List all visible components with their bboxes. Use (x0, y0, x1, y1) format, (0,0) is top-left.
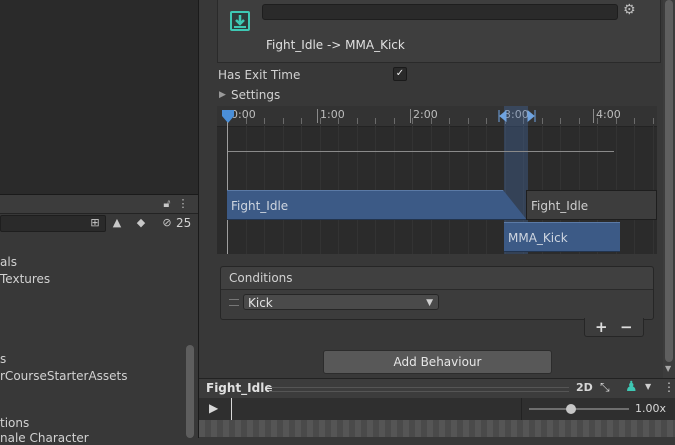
tick-label: 4:00 (596, 108, 621, 121)
playhead-line (227, 122, 228, 254)
minor-tick (652, 118, 654, 124)
minor-tick (597, 118, 598, 124)
scene-view[interactable] (0, 0, 199, 194)
transition-header: ⚙ Fight_Idle -> MMA_Kick (217, 0, 661, 63)
condition-parameter-dropdown[interactable]: Kick ▼ (243, 294, 439, 310)
minor-tick (467, 118, 469, 124)
minor-tick (449, 118, 450, 124)
mode-2d-toggle[interactable]: 2D (576, 381, 593, 394)
speed-slider-thumb[interactable] (566, 404, 576, 414)
avatar-icon[interactable]: ♟ (625, 379, 638, 395)
tick-label: 2:00 (413, 108, 438, 121)
tick-mark (410, 109, 411, 123)
minor-tick (615, 118, 617, 124)
add-condition-button[interactable]: + (595, 318, 608, 336)
project-panel: 🔓︎ ⋮ ⊞ ▲ ◆ ⊘ 25 als Textures s rCourseSt… (0, 194, 199, 445)
minor-tick (375, 118, 376, 124)
tick-mark (593, 109, 594, 123)
conditions-header-label: Conditions (229, 271, 293, 285)
search-by-type-icon[interactable]: ⊞ (88, 216, 102, 230)
minor-tick (338, 118, 339, 124)
chevron-down-icon: ▼ (426, 298, 433, 308)
transition-start-handle-icon[interactable] (497, 110, 507, 122)
add-behaviour-button[interactable]: Add Behaviour (323, 350, 552, 374)
tree-item[interactable]: tions (0, 416, 29, 430)
speed-slider[interactable] (529, 404, 629, 414)
preview-scrub-line[interactable] (231, 398, 232, 420)
inspector-scrollbar-thumb[interactable] (665, 0, 673, 362)
remove-condition-button[interactable]: − (620, 318, 633, 336)
hidden-count: 25 (176, 216, 192, 230)
timeline-ruler: 0:00 1:00 2:00 3:00 4:00 (217, 106, 657, 127)
inspector-panel: ⚙ Fight_Idle -> MMA_Kick Has Exit Time ✓… (199, 0, 675, 378)
minor-tick (412, 118, 413, 124)
preview-drag-bar[interactable] (269, 387, 569, 392)
minor-tick (486, 118, 487, 124)
drag-handle-icon[interactable] (229, 299, 239, 306)
speed-value: 1.00x (635, 402, 667, 415)
tree-item[interactable]: nale Character (0, 431, 89, 445)
settings-foldout-arrow-icon[interactable]: ▶ (219, 90, 226, 100)
minor-tick (634, 118, 635, 124)
tree-item[interactable]: rCourseStarterAssets (0, 369, 128, 383)
divider (521, 398, 522, 420)
play-icon[interactable]: ▶ (209, 401, 218, 415)
transition-end-handle-icon[interactable] (527, 110, 537, 122)
minor-tick (560, 118, 561, 124)
kebab-menu-icon[interactable]: ⋮ (176, 197, 190, 211)
conditions-footer: + − (584, 318, 644, 337)
scroll-down-icon[interactable]: ▼ (665, 364, 671, 373)
minor-tick (541, 118, 543, 124)
playhead-marker-icon[interactable] (222, 110, 234, 124)
transition-name-field[interactable] (262, 4, 618, 20)
tick-label: 1:00 (320, 108, 345, 121)
minor-tick (430, 118, 432, 124)
tree-item[interactable]: s (0, 352, 6, 366)
minor-tick (282, 118, 284, 124)
preview-title: Fight_Idle (206, 381, 273, 395)
preview-header: Fight_Idle 2D ⤡ ♟ ▼ ⋮ (199, 378, 675, 400)
inspector-scrollbar[interactable]: ▼ (663, 0, 675, 378)
project-scrollbar[interactable] (186, 345, 194, 438)
transition-icon (230, 11, 250, 31)
minor-tick (356, 118, 358, 124)
settings-gear-icon[interactable]: ⚙ (623, 2, 636, 18)
has-exit-time-checkbox[interactable]: ✓ (393, 67, 407, 81)
settings-foldout-label[interactable]: Settings (231, 88, 280, 102)
preview-controls: ▶ 1.00x (199, 398, 675, 420)
tree-item[interactable]: Textures (0, 272, 50, 286)
destination-clip[interactable]: MMA_Kick (504, 222, 620, 252)
minor-tick (578, 118, 580, 124)
kebab-menu-icon[interactable]: ⋮ (663, 380, 675, 394)
transition-timeline[interactable]: 0:00 1:00 2:00 3:00 4:00 Fight_Idle Figh… (217, 106, 657, 254)
lock-icon[interactable]: 🔓︎ (160, 197, 174, 211)
tree-item[interactable]: als (0, 255, 17, 269)
source-clip-repeat[interactable]: Fight_Idle (526, 190, 657, 220)
tick-label: 0:00 (231, 108, 256, 121)
conditions-list: Conditions Kick ▼ (220, 266, 654, 320)
transition-title: Fight_Idle -> MMA_Kick (266, 38, 405, 52)
chevron-down-icon[interactable]: ▼ (645, 382, 651, 391)
project-toolbar: 🔓︎ ⋮ (0, 195, 198, 214)
tick-mark (317, 109, 318, 123)
hidden-packages-icon[interactable]: ⊘ (160, 216, 174, 230)
minor-tick (264, 118, 265, 124)
minor-tick (393, 118, 395, 124)
minor-tick (319, 118, 321, 124)
has-exit-time-label: Has Exit Time (218, 68, 301, 82)
source-clip[interactable]: Fight_Idle (227, 190, 527, 220)
transition-curve (228, 151, 614, 152)
preview-viewport[interactable] (199, 420, 675, 437)
minor-tick (245, 118, 247, 124)
pivot-icon[interactable]: ⤡ (600, 380, 610, 395)
minor-tick (301, 118, 302, 124)
condition-parameter-value: Kick (248, 296, 273, 310)
conditions-header: Conditions (221, 267, 653, 290)
filter-by-label-icon[interactable]: ▲ (110, 216, 124, 230)
tag-icon[interactable]: ◆ (134, 216, 148, 230)
